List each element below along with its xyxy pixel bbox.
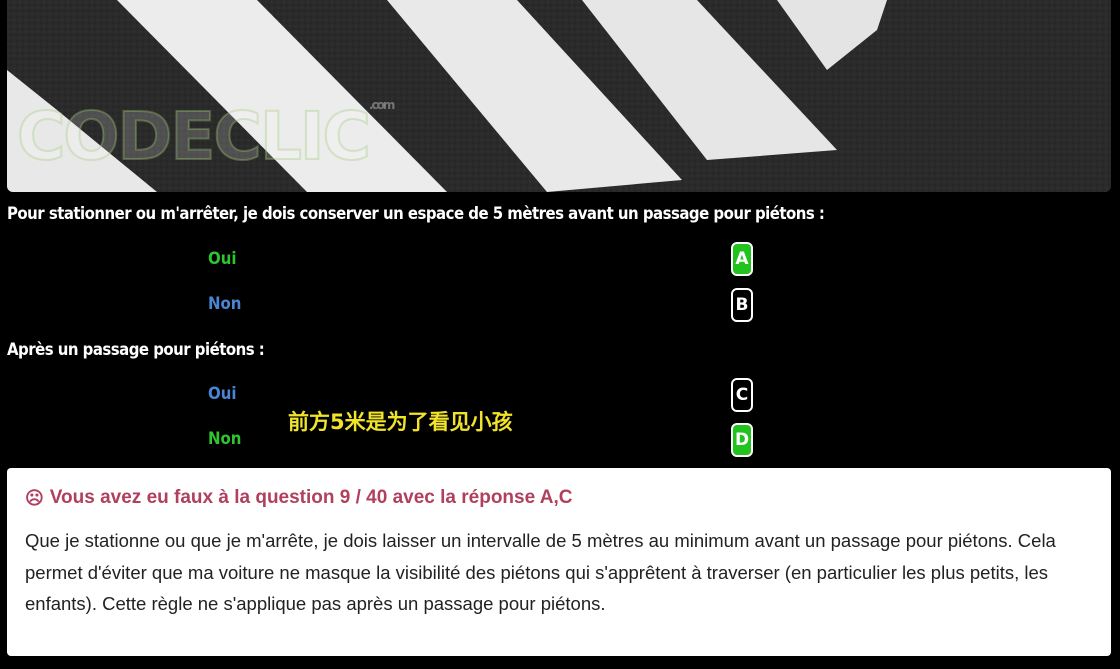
answer-c-label: Oui xyxy=(208,384,237,404)
crosswalk-photo: CODECLIC.com xyxy=(7,0,1111,192)
sad-face-icon: ☹ xyxy=(25,487,44,508)
codeclic-logo: CODECLIC.com xyxy=(16,97,395,176)
answer-d-label: Non xyxy=(208,429,242,449)
answer-c-button[interactable]: C xyxy=(731,378,753,412)
question-1-prompt: Pour stationner ou m'arrêter, je dois co… xyxy=(7,204,825,224)
answer-d-button[interactable]: D xyxy=(731,423,753,457)
result-panel: ☹ Vous avez eu faux à la question 9 / 40… xyxy=(7,468,1111,656)
answer-b-button[interactable]: B xyxy=(731,288,753,322)
result-title-row: ☹ Vous avez eu faux à la question 9 / 40… xyxy=(25,487,1093,509)
answer-a-button[interactable]: A xyxy=(731,242,753,276)
answer-a-label: Oui xyxy=(208,249,237,269)
answer-b-label: Non xyxy=(208,294,242,314)
result-title: Vous avez eu faux à la question 9 / 40 a… xyxy=(49,487,573,508)
question-2-prompt: Après un passage pour piétons : xyxy=(7,340,265,360)
handwritten-annotation: 前方5米是为了看见小孩 xyxy=(288,410,513,434)
result-explanation: Que je stationne ou que je m'arrête, je … xyxy=(25,530,1056,614)
